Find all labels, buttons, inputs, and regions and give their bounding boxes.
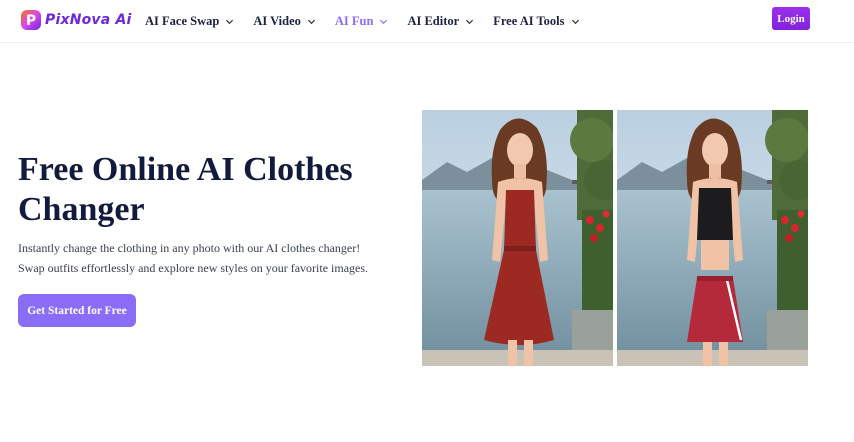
nav-item-ai-fun[interactable]: AI Fun <box>335 14 389 29</box>
chevron-down-icon <box>226 19 234 25</box>
hero-description: Instantly change the clothing in any pho… <box>18 238 378 278</box>
nav-item-ai-face-swap[interactable]: AI Face Swap <box>145 14 234 29</box>
logo-icon: P <box>19 8 43 32</box>
logo-text: PixNova Ai <box>45 12 132 28</box>
nav-item-ai-video[interactable]: AI Video <box>253 14 316 29</box>
hero-description-line: Swap outfits effortlessly and explore ne… <box>18 261 369 275</box>
nav-item-free-ai-tools[interactable]: Free AI Tools <box>493 14 579 29</box>
chevron-down-icon <box>380 19 388 25</box>
get-started-button[interactable]: Get Started for Free <box>18 294 136 327</box>
logo[interactable]: P PixNova Ai <box>19 7 132 33</box>
nav-label: AI Editor <box>407 14 460 28</box>
nav-label: AI Video <box>253 14 301 28</box>
nav-label: AI Face Swap <box>145 14 220 28</box>
nav-item-ai-editor[interactable]: AI Editor <box>407 14 474 29</box>
svg-text:P: P <box>26 13 36 29</box>
after-photo <box>617 110 808 366</box>
before-photo-illustration <box>422 110 613 366</box>
nav-label: Free AI Tools <box>493 14 565 28</box>
main-nav: AI Face Swap AI Video AI Fun AI Editor F… <box>145 0 599 43</box>
chevron-down-icon <box>466 19 474 25</box>
hero-description-line: Instantly change the clothing in any pho… <box>18 241 361 255</box>
chevron-down-icon <box>571 19 579 25</box>
site-header: P PixNova Ai AI Face Swap AI Video AI Fu… <box>0 0 854 43</box>
before-photo <box>422 110 613 366</box>
after-photo-illustration <box>617 110 808 366</box>
login-button[interactable]: Login <box>772 7 810 30</box>
nav-label: AI Fun <box>334 14 374 28</box>
page-title: Free Online AI Clothes Changer <box>18 151 353 228</box>
chevron-down-icon <box>307 19 315 25</box>
